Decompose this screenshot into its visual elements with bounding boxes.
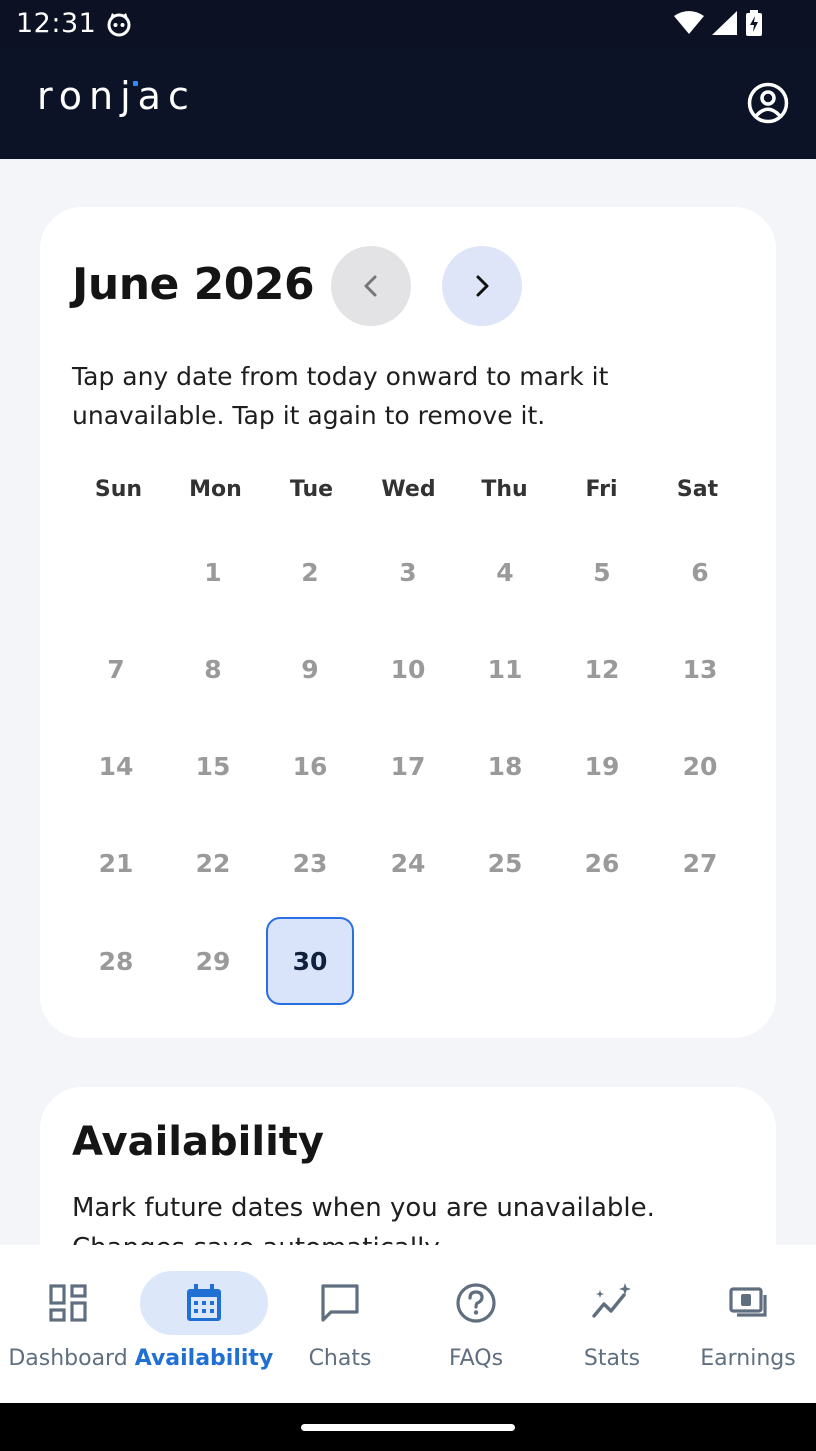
calendar-day[interactable]: 28 (72, 917, 160, 1005)
chevron-right-icon (476, 275, 489, 297)
battery-icon (746, 10, 762, 36)
weekday-header: Sun Mon Tue Wed Thu Fri Sat (70, 477, 750, 513)
nav-item-stats[interactable]: Stats (544, 1245, 680, 1403)
calendar-day[interactable]: 7 (72, 625, 160, 713)
signal-icon (712, 11, 737, 35)
calendar-day[interactable]: 27 (656, 819, 744, 907)
calendar-day[interactable]: 2 (266, 528, 354, 616)
nav-label: Availability (134, 1346, 274, 1371)
nav-label: FAQs (448, 1346, 504, 1371)
calendar-day[interactable]: 24 (364, 819, 452, 907)
calendar-day[interactable]: 10 (364, 625, 452, 713)
nav-item-availability[interactable]: Availability (135, 1245, 273, 1403)
brand-accent-dot (133, 81, 138, 86)
system-gesture-bar (0, 1403, 816, 1451)
notification-cat-icon (107, 13, 131, 37)
calendar-day[interactable]: 14 (72, 722, 160, 810)
dashboard-icon (49, 1284, 87, 1322)
stats-icon (592, 1283, 631, 1318)
weekday-label: Wed (381, 477, 436, 502)
weekday-label: Sat (676, 477, 719, 502)
status-icons (674, 10, 762, 36)
calendar-day[interactable]: 20 (656, 722, 744, 810)
weekday-label: Tue (289, 477, 334, 502)
calendar-icon (187, 1284, 221, 1321)
availability-title: Availability (72, 1119, 324, 1165)
profile-icon[interactable] (747, 82, 789, 124)
content-scroll[interactable]: June 2026 Tap any date from today onward… (0, 159, 816, 1245)
calendar-day[interactable]: 6 (656, 528, 744, 616)
calendar-day[interactable]: 13 (656, 625, 744, 713)
nav-item-earnings[interactable]: Earnings (680, 1245, 816, 1403)
previous-month-button[interactable] (331, 246, 411, 326)
nav-label: Earnings (700, 1346, 796, 1371)
nav-item-dashboard[interactable]: Dashboard (0, 1245, 136, 1403)
nav-label: Stats (583, 1346, 641, 1371)
status-bar: 12:31 (0, 0, 816, 46)
weekday-label: Mon (189, 477, 242, 502)
month-title: June 2026 (72, 259, 315, 310)
calendar-day[interactable]: 12 (558, 625, 646, 713)
calendar-day[interactable]: 17 (364, 722, 452, 810)
calendar-day[interactable]: 1 (169, 528, 257, 616)
app-header: ronjac (0, 46, 816, 159)
brand-text: ronjac (37, 74, 196, 118)
calendar-day[interactable]: 8 (169, 625, 257, 713)
calendar-day[interactable]: 5 (558, 528, 646, 616)
bottom-navigation: Dashboard Availability Chats FAQs Stats … (0, 1245, 816, 1403)
nav-label: Chats (308, 1346, 372, 1371)
availability-description: Mark future dates when you are unavailab… (72, 1193, 655, 1245)
calendar-day[interactable]: 19 (558, 722, 646, 810)
calendar-day[interactable]: 15 (169, 722, 257, 810)
availability-card: Availability Mark future dates when you … (40, 1087, 776, 1245)
help-icon (456, 1283, 496, 1323)
calendar-day[interactable]: 3 (364, 528, 452, 616)
status-time: 12:31 (16, 8, 97, 39)
calendar-day-today[interactable]: 30 (266, 917, 354, 1005)
chat-icon (321, 1284, 359, 1322)
nav-label: Dashboard (8, 1346, 128, 1371)
calendar-day[interactable]: 25 (461, 819, 549, 907)
calendar-day[interactable]: 29 (169, 917, 257, 1005)
calendar-day[interactable]: 9 (266, 625, 354, 713)
weekday-label: Sun (94, 477, 143, 502)
earnings-icon (729, 1287, 767, 1317)
calendar-day[interactable]: 26 (558, 819, 646, 907)
chevron-left-icon (364, 275, 377, 297)
weekday-label: Fri (585, 477, 618, 502)
nav-item-faqs[interactable]: FAQs (408, 1245, 544, 1403)
calendar-instructions: Tap any date from today onward to mark i… (72, 362, 609, 430)
brand-logo: ronjac (37, 74, 196, 118)
calendar-day[interactable]: 4 (461, 528, 549, 616)
wifi-icon (674, 11, 704, 34)
calendar-day[interactable]: 21 (72, 819, 160, 907)
calendar-day[interactable]: 23 (266, 819, 354, 907)
calendar-card: June 2026 Tap any date from today onward… (40, 207, 776, 1038)
calendar-day[interactable]: 16 (266, 722, 354, 810)
calendar-day[interactable]: 22 (169, 819, 257, 907)
weekday-label: Thu (481, 477, 528, 502)
next-month-button[interactable] (442, 246, 522, 326)
calendar-day[interactable]: 11 (461, 625, 549, 713)
calendar-day[interactable]: 18 (461, 722, 549, 810)
gesture-handle[interactable] (301, 1424, 515, 1431)
nav-item-chats[interactable]: Chats (272, 1245, 408, 1403)
